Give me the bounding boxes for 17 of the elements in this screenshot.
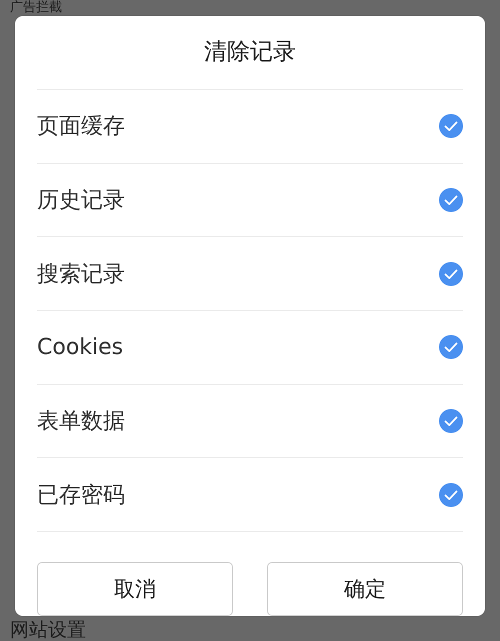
option-label: 表单数据: [37, 408, 125, 436]
dialog-title: 清除记录: [37, 16, 463, 90]
cancel-button[interactable]: 取消: [37, 562, 233, 616]
checkbox[interactable]: [439, 335, 463, 360]
option-label: 历史记录: [37, 187, 125, 215]
confirm-button[interactable]: 确定: [267, 562, 463, 616]
option-label: 页面缓存: [37, 113, 125, 142]
checkbox[interactable]: [439, 482, 463, 507]
checkbox[interactable]: [439, 188, 463, 212]
option-label: 已存密码: [37, 482, 125, 510]
option-label: Cookies: [37, 334, 124, 360]
checkbox[interactable]: [439, 262, 463, 286]
checkbox[interactable]: [439, 114, 463, 138]
setting-label: 广告拦截: [9, 0, 62, 15]
option-label: 搜索记录: [37, 260, 125, 289]
checkbox[interactable]: [439, 409, 463, 434]
setting-label: 网站设置: [9, 619, 86, 641]
